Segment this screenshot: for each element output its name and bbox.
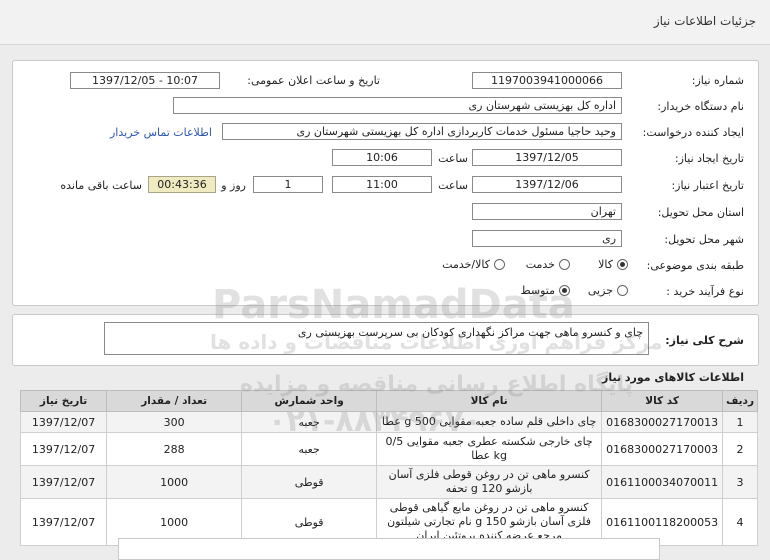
- category-option-goods-service[interactable]: کالا/خدمت: [442, 258, 505, 271]
- goods-table-header: ردیف کد کالا نام کالا واحد شمارش تعداد /…: [19, 390, 758, 412]
- created-time-label: ساعت: [438, 152, 468, 165]
- row-number: 3: [722, 465, 758, 499]
- radio-selected-icon: [559, 285, 570, 296]
- description-field: چای و کنسرو ماهی جهت مراکز نگهداری کودکا…: [104, 322, 649, 355]
- item-unit: قوطی: [241, 465, 378, 499]
- radio-unselected-icon: [494, 259, 505, 270]
- item-date: 1397/12/07: [19, 498, 108, 546]
- bottom-panel: [118, 538, 660, 560]
- need-number-label: شماره نیاز:: [691, 74, 744, 87]
- item-code: 0161100034070011: [601, 465, 724, 499]
- validity-time-label: ساعت: [438, 179, 468, 192]
- city-label: شهر محل تحویل:: [664, 233, 744, 246]
- item-unit: جعبه: [241, 411, 378, 433]
- days-label: روز و: [221, 179, 246, 192]
- remaining-time-field: 00:43:36: [148, 176, 216, 193]
- announce-label: تاریخ و ساعت اعلان عمومی:: [247, 74, 380, 87]
- column-header-unit: واحد شمارش: [241, 390, 378, 412]
- remaining-time-label: ساعت باقی مانده: [60, 179, 142, 192]
- column-header-name: نام کالا: [376, 390, 603, 412]
- province-label: استان محل تحویل:: [657, 206, 744, 219]
- category-option-service[interactable]: خدمت: [526, 258, 570, 271]
- creator-field: وحید حاجیا مسئول خدمات کاربردازی اداره ک…: [222, 123, 622, 140]
- province-field: تهران: [472, 203, 622, 220]
- item-date: 1397/12/07: [19, 432, 108, 466]
- table-row: 1 0168300027170013 چای داخلی قلم ساده جع…: [19, 411, 758, 433]
- item-name: چای خارجی شکسته عطری جعبه مقوایی 0/5 kg …: [376, 432, 603, 466]
- announce-datetime-field: 1397/12/05 - 10:07: [70, 72, 220, 89]
- created-time-field: 10:06: [332, 149, 432, 166]
- radio-unselected-icon: [559, 259, 570, 270]
- process-label: نوع فرآیند خرید :: [666, 285, 744, 298]
- item-unit: جعبه: [241, 432, 378, 466]
- validity-date-label: تاریخ اعتبار نیاز:: [671, 179, 744, 192]
- column-header-row: ردیف: [722, 390, 758, 412]
- column-header-code: کد کالا: [601, 390, 724, 412]
- created-date-label: تاریخ ایجاد نیاز:: [674, 152, 744, 165]
- radio-selected-icon: [617, 259, 628, 270]
- category-option-goods[interactable]: کالا: [598, 258, 628, 271]
- creator-label: ایجاد کننده درخواست:: [642, 126, 744, 139]
- validity-time-field: 11:00: [332, 176, 432, 193]
- item-qty: 1000: [106, 465, 243, 499]
- row-number: 1: [722, 411, 758, 433]
- radio-unselected-icon: [617, 285, 628, 296]
- validity-date-field: 1397/12/06: [472, 176, 622, 193]
- item-qty: 300: [106, 411, 243, 433]
- item-code: 0168300027170013: [601, 411, 724, 433]
- buyer-contact-link[interactable]: اطلاعات تماس خریدار: [110, 126, 212, 139]
- city-field: ری: [472, 230, 622, 247]
- buyer-field: اداره کل بهزیستی شهرستان ری: [173, 97, 622, 114]
- need-number-field: 1197003941000066: [472, 72, 622, 89]
- goods-section-title: اطلاعات کالاهای مورد نیاز: [602, 371, 744, 384]
- row-number: 2: [722, 432, 758, 466]
- item-name: چای داخلی قلم ساده جعبه مقوایی 500 g عطا: [376, 411, 603, 433]
- page-title: جزئیات اطلاعات نیاز: [653, 14, 756, 28]
- table-row: 2 0168300027170003 چای خارجی شکسته عطری …: [19, 432, 758, 466]
- page-header: جزئیات اطلاعات نیاز: [0, 0, 770, 45]
- item-date: 1397/12/07: [19, 411, 108, 433]
- column-header-qty: تعداد / مقدار: [106, 390, 243, 412]
- column-header-date: تاریخ نیاز: [19, 390, 108, 412]
- item-date: 1397/12/07: [19, 465, 108, 499]
- remaining-days-field: 1: [253, 176, 323, 193]
- item-code: 0168300027170003: [601, 432, 724, 466]
- buyer-label: نام دستگاه خریدار:: [657, 100, 744, 113]
- process-option-medium[interactable]: متوسط: [520, 284, 570, 297]
- process-option-minor[interactable]: جزیی: [588, 284, 628, 297]
- goods-table: ردیف کد کالا نام کالا واحد شمارش تعداد /…: [19, 390, 758, 546]
- item-name: کنسرو ماهی تن در روغن قوطی فلزی آسان باز…: [376, 465, 603, 499]
- row-number: 4: [722, 498, 758, 546]
- created-date-field: 1397/12/05: [472, 149, 622, 166]
- description-label: شرح کلی نیاز:: [665, 334, 744, 347]
- category-label: طبقه بندی موضوعی:: [646, 259, 744, 272]
- table-row: 3 0161100034070011 کنسرو ماهی تن در روغن…: [19, 465, 758, 499]
- item-qty: 288: [106, 432, 243, 466]
